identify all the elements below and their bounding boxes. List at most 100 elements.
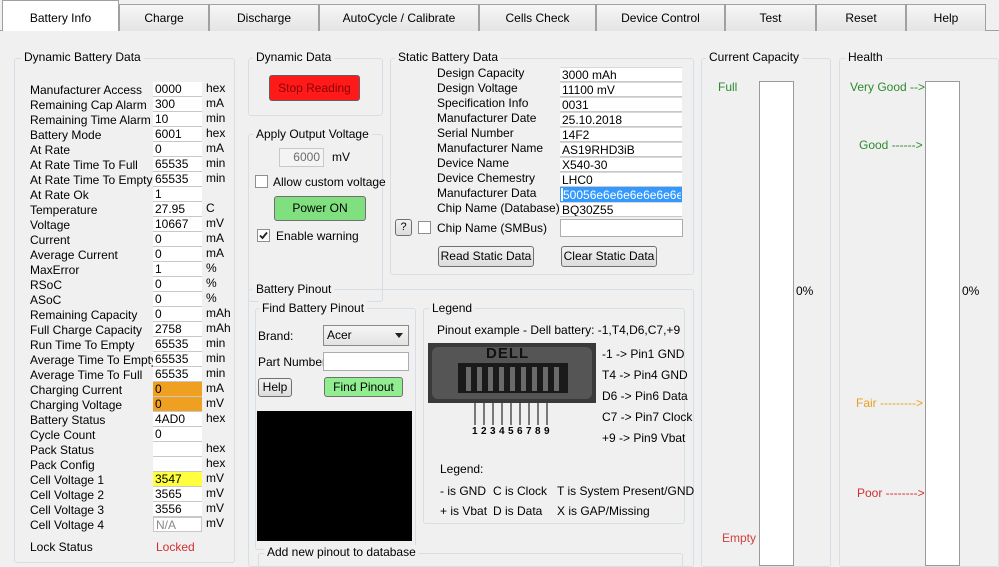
pinout-legend-title: Legend — [429, 301, 476, 315]
dyn-row-value: N/A — [153, 517, 202, 532]
static-row-value[interactable]: 14F2 — [560, 127, 682, 142]
legend-clock: C is Clock — [493, 484, 548, 498]
static-row-label: Serial Number — [437, 126, 514, 140]
dyn-row-value: 10667 — [153, 217, 202, 232]
dyn-row-label: Temperature — [30, 203, 98, 217]
dyn-row-value — [153, 457, 202, 472]
pin-number: 4 — [499, 426, 505, 437]
pin-number: 3 — [490, 426, 496, 437]
static-row-label: Device Name — [437, 156, 510, 170]
legend-gnd: - is GND — [440, 484, 486, 498]
pinout-preview — [257, 411, 412, 541]
dyn-row-label: At Rate Time To Full — [30, 158, 138, 172]
output-voltage-input[interactable]: 6000 — [279, 148, 324, 167]
dyn-row-value: 65535 — [153, 157, 202, 172]
static-row-value[interactable]: BQ30Z55 — [560, 202, 682, 217]
tab-device-control[interactable]: Device Control — [596, 4, 725, 31]
read-static-data-button[interactable]: Read Static Data — [438, 246, 534, 267]
dyn-row-label: At Rate Ok — [30, 188, 89, 202]
dyn-row-value: 0 — [153, 232, 202, 247]
static-row-value[interactable]: 11100 mV — [560, 82, 682, 97]
static-row-value[interactable]: X540-30 — [560, 157, 682, 172]
tab-autocycle-calibrate[interactable]: AutoCycle / Calibrate — [319, 4, 479, 31]
health-bar — [925, 81, 960, 566]
static-row-value[interactable]: 50056e6e6e6e6e6e6e6 — [560, 187, 682, 202]
dyn-row-value: 0 — [153, 142, 202, 157]
static-row-label: Device Chemestry — [437, 171, 536, 185]
static-row-label: Manufacturer Name — [437, 141, 544, 155]
tab-test[interactable]: Test — [725, 4, 816, 31]
pin-map-entry: +9 -> Pin9 Vbat — [602, 431, 686, 445]
selected-text: 50056e6e6e6e6e6e6e6 — [563, 188, 681, 201]
stop-reading-button[interactable]: Stop Reading — [269, 75, 360, 101]
tab-reset[interactable]: Reset — [816, 4, 906, 31]
static-row-value[interactable]: 3000 mAh — [560, 67, 682, 82]
output-voltage-unit: mV — [332, 150, 350, 164]
battery-info-panel: Dynamic Battery Data Manufacturer Access… — [0, 31, 999, 567]
pin-map-entry: T4 -> Pin4 GND — [602, 368, 688, 382]
dyn-row-value: 3556 — [153, 502, 202, 517]
enable-warning-checkbox[interactable] — [257, 229, 270, 242]
dyn-row-label: Pack Status — [30, 443, 95, 457]
legend-label: Legend: — [440, 462, 484, 476]
health-very-good-label: Very Good --> — [850, 80, 926, 94]
tab-help[interactable]: Help — [906, 4, 986, 31]
tab-discharge[interactable]: Discharge — [209, 4, 319, 31]
dyn-row-unit: mA — [206, 381, 224, 395]
capacity-empty-label: Empty — [722, 531, 757, 545]
legend-vbat: + is Vbat — [440, 504, 488, 518]
dyn-row-value: 0 — [153, 307, 202, 322]
pin-number: 7 — [526, 426, 532, 437]
part-number-input[interactable] — [323, 352, 409, 371]
static-row-value[interactable]: LHC0 — [560, 172, 682, 187]
dyn-row-value: 6001 — [153, 127, 202, 142]
lock-status-value: Locked — [156, 540, 195, 554]
pinout-help-button[interactable]: Help — [258, 378, 292, 397]
dyn-row-label: Cell Voltage 2 — [30, 488, 105, 502]
dyn-row-label: Cell Voltage 1 — [30, 473, 105, 487]
enable-warning-label: Enable warning — [276, 229, 359, 243]
tab-battery-info[interactable]: Battery Info — [2, 0, 119, 31]
dyn-row-value: 300 — [153, 97, 202, 112]
chip-name-smbus-checkbox[interactable] — [418, 221, 431, 234]
pin-map-entry: D6 -> Pin6 Data — [602, 389, 688, 403]
dyn-row-value: 65535 — [153, 172, 202, 187]
allow-custom-voltage-checkbox[interactable] — [255, 175, 268, 188]
tab-cells-check[interactable]: Cells Check — [479, 4, 596, 31]
dyn-row-unit: mA — [206, 231, 224, 245]
pin-number: 2 — [481, 426, 487, 437]
dyn-row-value: 1 — [153, 262, 202, 277]
dyn-row-unit: hex — [206, 81, 226, 95]
tab-charge[interactable]: Charge — [119, 4, 209, 31]
pin-number: 1 — [472, 426, 478, 437]
dyn-row-label: RSoC — [30, 278, 63, 292]
static-row-value[interactable]: 0031 — [560, 97, 682, 112]
dyn-row-value: 0000 — [153, 82, 202, 97]
current-capacity-title: Current Capacity — [706, 50, 803, 64]
health-good-label: Good ------> — [859, 138, 923, 152]
power-on-button[interactable]: Power ON — [274, 196, 366, 221]
capacity-percent: 0% — [796, 284, 814, 298]
brand-select[interactable]: Acer — [323, 325, 409, 346]
static-row-value[interactable]: 25.10.2018 — [560, 112, 682, 127]
dyn-row-unit: mV — [206, 396, 224, 410]
find-pinout-button[interactable]: Find Pinout — [324, 377, 403, 397]
dyn-row-label: Charging Current — [30, 383, 123, 397]
static-row-label: Specification Info — [437, 96, 529, 110]
static-row-value[interactable]: AS19RHD3iB — [560, 142, 682, 157]
connector-pin-lines — [474, 403, 548, 425]
health-poor-label: Poor --------> — [857, 486, 925, 500]
chip-name-smbus-field[interactable] — [560, 219, 683, 237]
pin-map-entry: C7 -> Pin7 Clock — [602, 410, 693, 424]
dyn-row-unit: mV — [206, 216, 224, 230]
dyn-row-value: 0 — [153, 292, 202, 307]
dyn-row-label: Cell Voltage 4 — [30, 518, 105, 532]
dyn-row-label: Average Time To Full — [30, 368, 143, 382]
dyn-row-unit: min — [206, 111, 226, 125]
dyn-row-value: 65535 — [153, 337, 202, 352]
brand-select-value: Acer — [327, 328, 352, 342]
health-title: Health — [845, 50, 886, 64]
help-question-button[interactable]: ? — [395, 219, 412, 236]
clear-static-data-button[interactable]: Clear Static Data — [561, 246, 657, 267]
dyn-row-unit: mV — [206, 486, 224, 500]
